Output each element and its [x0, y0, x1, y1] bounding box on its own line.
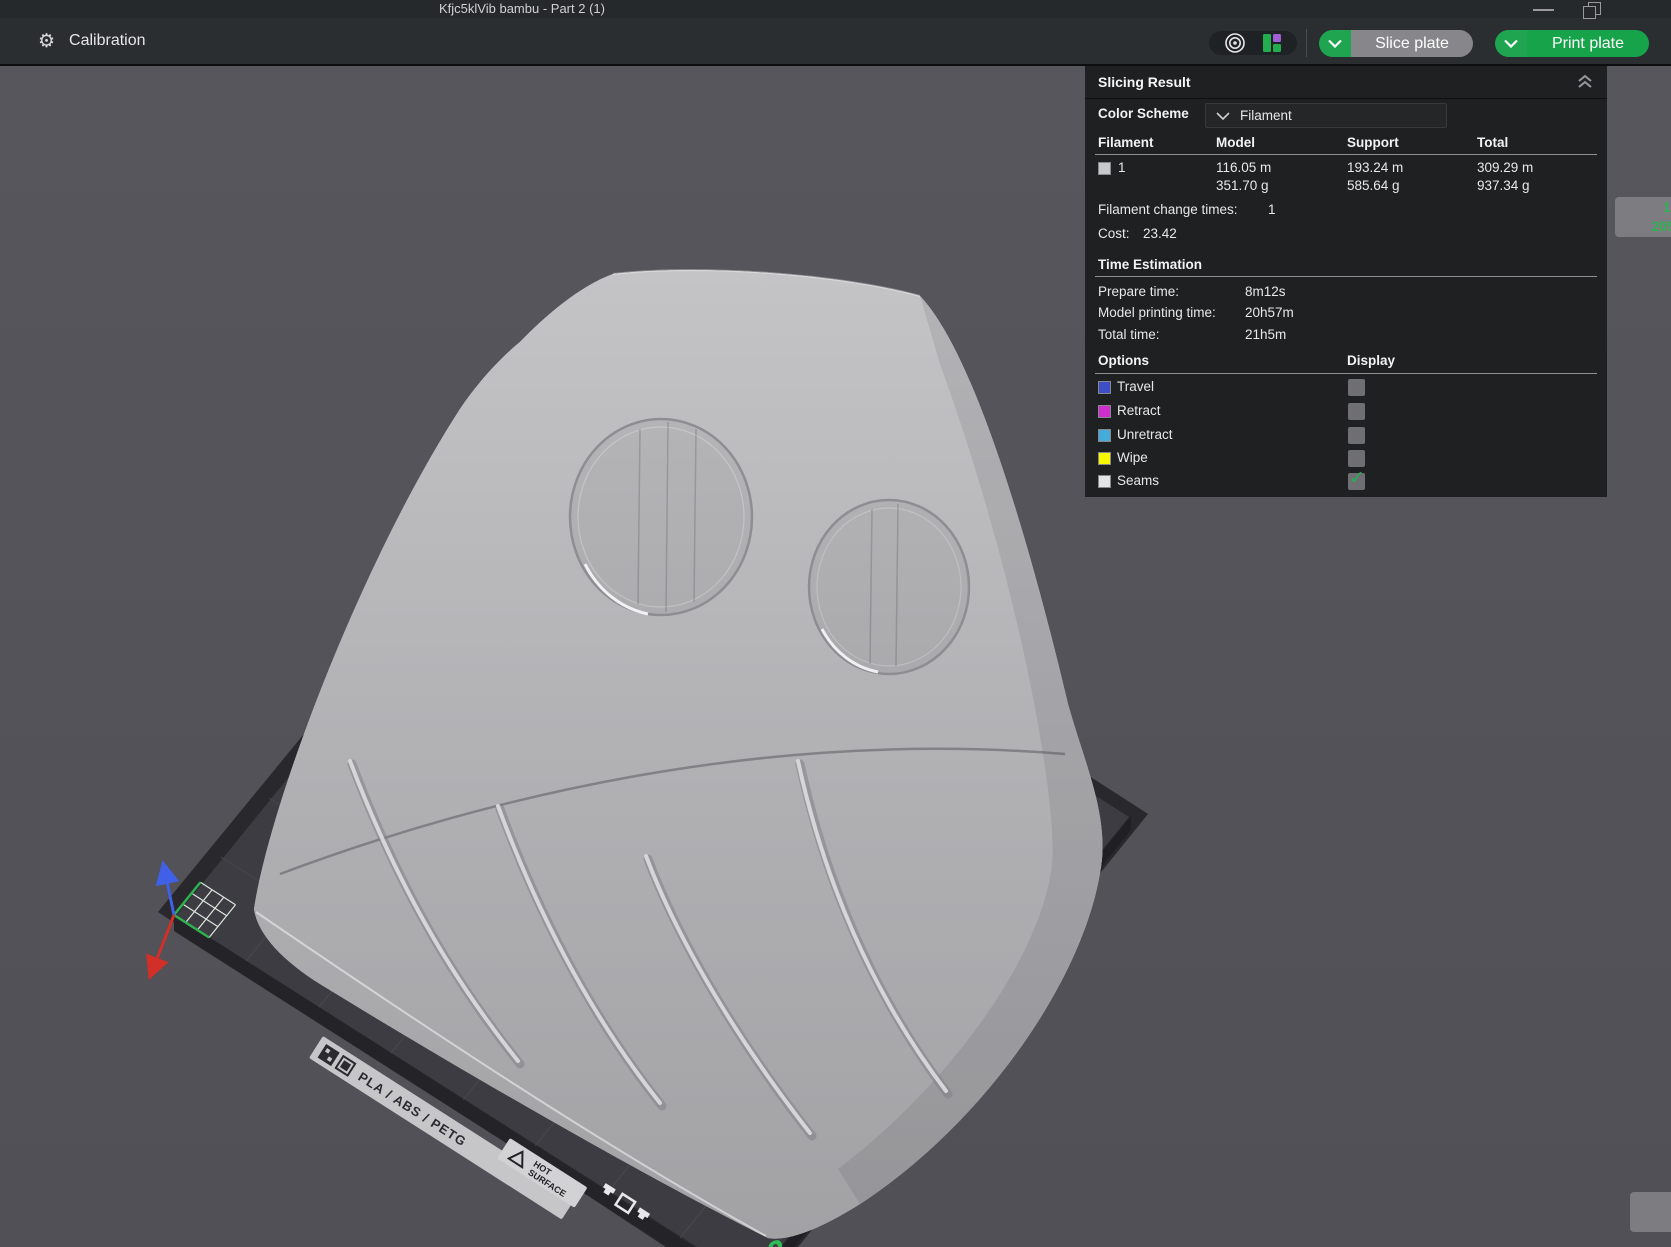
seams-swatch [1098, 475, 1111, 488]
cost-label: Cost: [1098, 226, 1130, 241]
chevron-down-icon [1328, 39, 1342, 48]
layer-indicator-top: 1557 205.40 [1615, 197, 1671, 237]
slice-plate-button[interactable]: Slice plate [1351, 30, 1473, 57]
col-filament: Filament [1098, 135, 1154, 150]
collapse-panel-button[interactable] [1577, 74, 1593, 89]
options-title: Options [1098, 353, 1149, 368]
divider [1095, 373, 1597, 374]
travel-swatch [1098, 381, 1111, 394]
divider [1095, 154, 1597, 155]
col-total: Total [1477, 135, 1508, 150]
unretract-swatch [1098, 429, 1111, 442]
main-toolbar: ⚙ Calibration Slice plate [0, 18, 1671, 66]
layer-bottom-height: 0.20 [1638, 1212, 1671, 1231]
cost-value: 23.42 [1143, 226, 1177, 241]
slice-options-button[interactable] [1319, 30, 1351, 57]
divider [1095, 276, 1597, 277]
filament-id: 1 [1118, 160, 1126, 175]
title-bar: Kfjc5klVib bambu - Part 2 (1) [0, 0, 1671, 18]
layer-bottom-number: 1 [1638, 1193, 1671, 1212]
view-tools-group [1209, 31, 1297, 55]
x-axis-arrow [153, 915, 174, 969]
panel-title: Slicing Result [1098, 74, 1191, 90]
model-recess-right [809, 500, 969, 674]
tab-calibration[interactable]: ⚙ Calibration [38, 24, 146, 58]
plates-layout-icon[interactable] [1262, 33, 1282, 53]
total-weight: 937.34 g [1477, 178, 1530, 193]
display-title: Display [1347, 353, 1395, 368]
support-weight: 585.64 g [1347, 178, 1400, 193]
color-scheme-dropdown[interactable]: Filament [1205, 103, 1447, 128]
wipe-checkbox[interactable]: ✓ [1348, 450, 1365, 467]
wipe-label: Wipe [1117, 450, 1148, 465]
layer-indicator-bottom: 1 0.20 [1630, 1192, 1671, 1232]
restore-button[interactable] [1581, 2, 1603, 18]
support-length: 193.24 m [1347, 160, 1403, 175]
gear-icon: ⚙ [38, 32, 55, 51]
total-time-value: 21h5m [1245, 327, 1286, 342]
col-model: Model [1216, 135, 1255, 150]
prepare-time-value: 8m12s [1245, 284, 1286, 299]
prepare-time-label: Prepare time: [1098, 284, 1179, 299]
chevron-down-icon [1216, 112, 1230, 120]
color-scheme-label: Color Scheme [1098, 106, 1189, 121]
travel-label: Travel [1117, 379, 1154, 394]
travel-checkbox[interactable]: ✓ [1348, 379, 1365, 396]
wipe-swatch [1098, 452, 1111, 465]
model-recess-left [570, 419, 752, 615]
model-length: 116.05 m [1216, 160, 1271, 175]
color-scheme-value: Filament [1240, 108, 1292, 123]
chevron-down-icon [1504, 39, 1518, 48]
unretract-checkbox[interactable]: ✓ [1348, 427, 1365, 444]
filament-change-value: 1 [1268, 202, 1276, 217]
minimize-button[interactable] [1533, 9, 1554, 11]
unretract-label: Unretract [1117, 427, 1173, 442]
total-time-label: Total time: [1098, 327, 1160, 342]
toolbar-divider [1306, 29, 1307, 57]
concentric-circles-icon[interactable] [1224, 32, 1246, 54]
total-length: 309.29 m [1477, 160, 1533, 175]
model-weight: 351.70 g [1216, 178, 1269, 193]
model-time-value: 20h57m [1245, 305, 1294, 320]
bambu-studio-window: PLA / ABS / PETG HOT SURFACE 02 [0, 0, 1671, 1247]
retract-checkbox[interactable]: ✓ [1348, 403, 1365, 420]
slicing-result-panel: Slicing Result Color Scheme Filament Fil… [1085, 66, 1607, 497]
retract-label: Retract [1117, 403, 1161, 418]
time-estimation-title: Time Estimation [1098, 257, 1202, 272]
print-plate-button[interactable]: Print plate [1527, 30, 1649, 57]
layer-top-number: 1557 [1623, 198, 1671, 217]
print-options-button[interactable] [1495, 30, 1527, 57]
calibration-label: Calibration [69, 32, 145, 50]
retract-swatch [1098, 405, 1111, 418]
model-time-label: Model printing time: [1098, 305, 1216, 320]
layer-top-height: 205.40 [1623, 217, 1671, 236]
filament-change-label: Filament change times: [1098, 202, 1238, 217]
col-support: Support [1347, 135, 1399, 150]
seams-checkbox[interactable]: ✓ [1348, 473, 1365, 490]
window-title: Kfjc5klVib bambu - Part 2 (1) [0, 1, 1044, 16]
filament-swatch [1098, 162, 1111, 175]
seams-label: Seams [1117, 473, 1159, 488]
panel-header: Slicing Result [1085, 66, 1607, 99]
